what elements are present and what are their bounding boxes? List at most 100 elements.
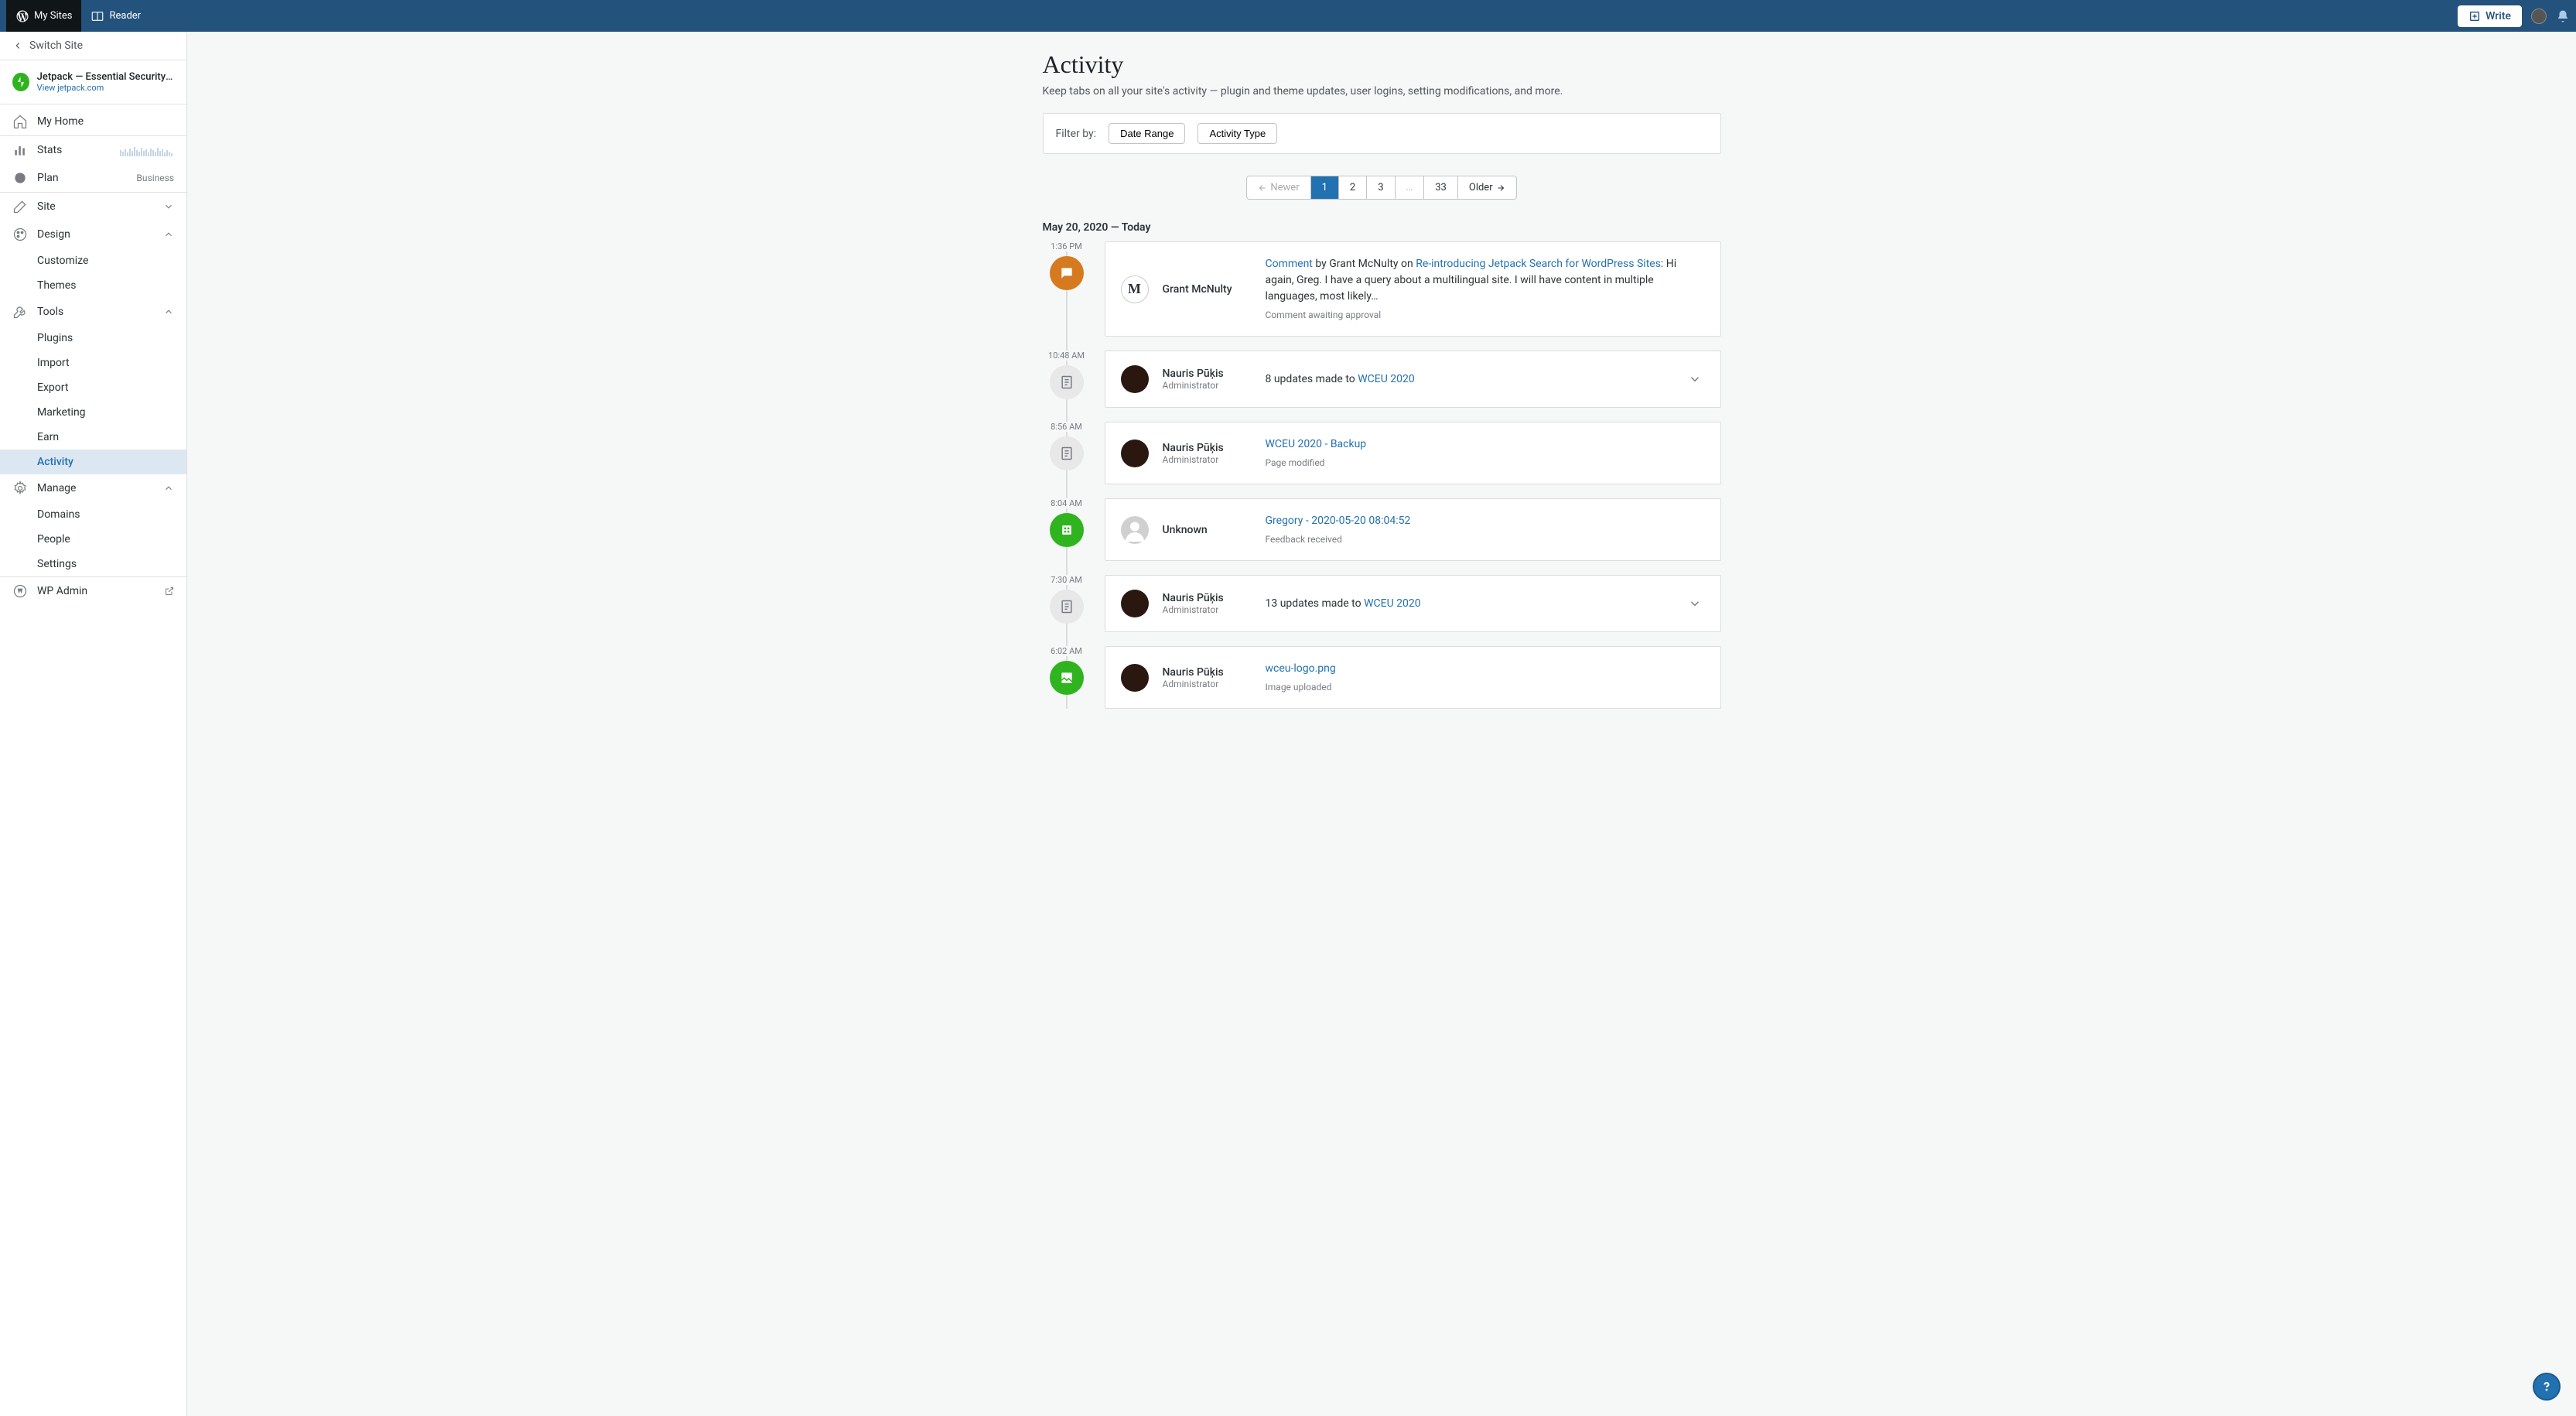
filter-activity-type[interactable]: Activity Type [1197, 123, 1277, 144]
write-label: Write [2485, 10, 2511, 22]
expand-chevron[interactable] [1685, 593, 1705, 614]
activity-type-badge [1050, 256, 1084, 290]
sidebar-item-earn[interactable]: Earn [0, 425, 186, 450]
page-3[interactable]: 3 [1367, 176, 1395, 199]
sidebar-item-label: Site [37, 200, 56, 213]
expand-chevron[interactable] [1685, 369, 1705, 389]
activity-row: 6:02 AM Nauris Pūķis Administrator wceu-… [1043, 646, 1721, 709]
actor-info: Nauris Pūķis Administrator [1163, 592, 1252, 615]
sidebar-item-my-home[interactable]: My Home [0, 108, 186, 135]
page-older[interactable]: Older [1458, 176, 1516, 199]
sidebar-item-tools[interactable]: Tools [0, 298, 186, 326]
page-newer-label: Newer [1270, 182, 1299, 193]
activity-meta: Image uploaded [1266, 680, 1705, 694]
bell-icon[interactable] [2556, 9, 2570, 23]
plan-badge: Business [136, 173, 174, 183]
actor-info: Nauris Pūķis Administrator [1163, 666, 1252, 689]
actor-avatar [1121, 440, 1149, 467]
activity-link[interactable]: WCEU 2020 [1364, 597, 1421, 610]
topbar-reader-label: Reader [109, 10, 141, 22]
pencil-icon [12, 199, 28, 214]
actor-role: Administrator [1163, 454, 1252, 465]
activity-link[interactable]: WCEU 2020 [1358, 373, 1415, 385]
sidebar-item-domains[interactable]: Domains [0, 502, 186, 527]
activity-link[interactable]: Re-introducing Jetpack Search for WordPr… [1416, 258, 1661, 270]
wordpress-icon [12, 583, 28, 599]
design-icon [12, 227, 28, 242]
sidebar-item-import[interactable]: Import [0, 351, 186, 375]
activity-card[interactable]: Nauris Pūķis Administrator 8 updates mad… [1105, 351, 1721, 408]
actor-name: Nauris Pūķis [1163, 368, 1252, 380]
sidebar-item-wp-admin[interactable]: WP Admin [0, 576, 186, 605]
filter-date-range[interactable]: Date Range [1109, 123, 1185, 144]
activity-type-badge [1050, 590, 1084, 624]
sparkline-icon [120, 144, 174, 156]
site-info[interactable]: Jetpack — Essential Security & P… View j… [0, 60, 186, 104]
page-newer[interactable]: Newer [1247, 176, 1310, 199]
activity-card: Nauris Pūķis Administrator WCEU 2020 - B… [1105, 422, 1721, 484]
time-label: 8:04 AM [1043, 498, 1091, 508]
time-col: 6:02 AM [1043, 646, 1091, 695]
actor-avatar [1121, 590, 1149, 617]
sidebar-item-manage[interactable]: Manage [0, 474, 186, 502]
activity-link[interactable]: WCEU 2020 - Backup [1266, 438, 1367, 450]
sidebar-item-label: Plugins [37, 332, 73, 344]
sidebar-item-plan[interactable]: Plan Business [0, 164, 186, 192]
activity-row: 1:36 PM M Grant McNulty Comment by Grant… [1043, 241, 1721, 337]
sidebar-item-label: Plan [37, 172, 59, 184]
sidebar-item-export[interactable]: Export [0, 375, 186, 400]
sidebar-item-people[interactable]: People [0, 527, 186, 552]
actor-name: Nauris Pūķis [1163, 592, 1252, 604]
filter-bar: Filter by: Date Range Activity Type [1043, 113, 1721, 154]
switch-site[interactable]: Switch Site [0, 32, 186, 60]
sidebar-item-marketing[interactable]: Marketing [0, 400, 186, 425]
activity-card[interactable]: Nauris Pūķis Administrator 13 updates ma… [1105, 575, 1721, 632]
sidebar-item-themes[interactable]: Themes [0, 273, 186, 298]
activity-link[interactable]: Comment [1266, 258, 1313, 270]
sidebar-item-stats[interactable]: Stats [0, 135, 186, 164]
activity-link[interactable]: Gregory - 2020-05-20 08:04:52 [1266, 515, 1411, 527]
sidebar-item-label: Settings [37, 558, 77, 570]
page-ellipsis: … [1396, 176, 1425, 199]
topbar-left: My Sites Reader [6, 0, 150, 32]
external-link-icon [165, 587, 174, 596]
topbar-right: Write [2458, 5, 2570, 27]
page-33[interactable]: 33 [1424, 176, 1458, 199]
sidebar-item-plugins[interactable]: Plugins [0, 326, 186, 351]
site-url: View jetpack.com [37, 83, 174, 93]
chevron-down-icon [1688, 597, 1702, 611]
jetpack-logo-icon [12, 73, 29, 91]
sidebar-item-label: Domains [37, 508, 80, 521]
actor-role: Administrator [1163, 679, 1252, 689]
activity-type-badge [1050, 365, 1084, 399]
activity-meta: Feedback received [1266, 532, 1705, 546]
topbar-my-sites[interactable]: My Sites [6, 0, 81, 32]
sidebar-item-design[interactable]: Design [0, 221, 186, 248]
page-1[interactable]: 1 [1311, 176, 1339, 199]
help-button[interactable] [2533, 1373, 2561, 1401]
help-icon [2539, 1379, 2554, 1394]
topbar-reader[interactable]: Reader [81, 0, 150, 32]
sidebar-item-site[interactable]: Site [0, 192, 186, 221]
chevron-up-icon [163, 306, 174, 317]
sidebar-item-activity[interactable]: Activity [0, 450, 186, 474]
activity-text: 13 updates made to [1266, 597, 1365, 610]
activity-body: WCEU 2020 - BackupPage modified [1266, 436, 1705, 470]
activity-type-badge [1050, 436, 1084, 470]
sidebar-item-label: People [37, 533, 70, 546]
time-label: 6:02 AM [1043, 646, 1091, 656]
actor-avatar [1121, 365, 1149, 393]
topbar-my-sites-label: My Sites [34, 10, 72, 22]
activity-text: by Grant McNulty on [1313, 258, 1416, 270]
site-name: Jetpack — Essential Security & P… [37, 71, 174, 83]
activity-meta: Comment awaiting approval [1266, 308, 1705, 322]
sidebar-item-customize[interactable]: Customize [0, 248, 186, 273]
user-avatar[interactable] [2531, 9, 2547, 24]
sidebar-item-settings[interactable]: Settings [0, 552, 186, 576]
activity-link[interactable]: wceu-logo.png [1266, 662, 1336, 675]
sidebar-item-label: Activity [37, 456, 73, 468]
activity-row: 10:48 AM Nauris Pūķis Administrator 8 up… [1043, 351, 1721, 408]
page-2[interactable]: 2 [1339, 176, 1367, 199]
write-button[interactable]: Write [2458, 5, 2522, 27]
activity-text: 8 updates made to [1266, 373, 1358, 385]
